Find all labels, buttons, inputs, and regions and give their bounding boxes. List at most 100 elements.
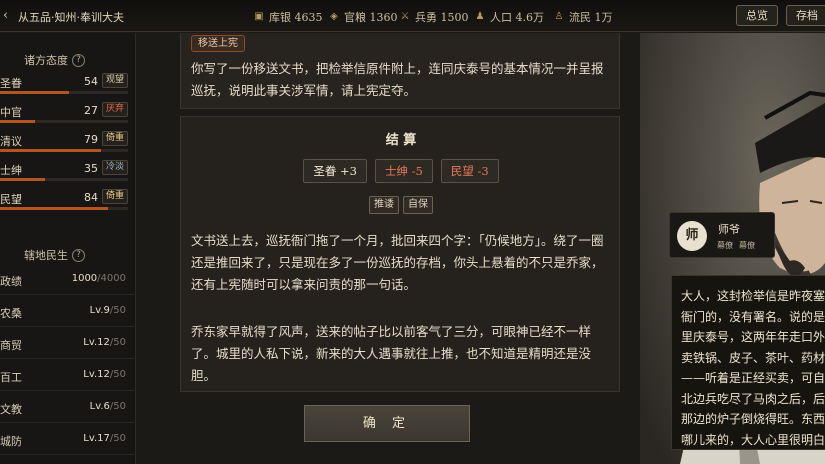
result-paragraph: 文书送上去，巡抚衙门拖了一个月，批回来四个字：「仍候地方」。绕了一圈还是推回来了… [191, 233, 604, 292]
back-arrow-icon[interactable]: ‹ [3, 8, 8, 23]
stat-value: Lv.17/50 [83, 433, 126, 444]
save-button[interactable]: 存档 [786, 5, 825, 26]
faction-attitude-tag: 倚重 [102, 131, 129, 146]
region-section-header: 辖地民生 ? [24, 247, 85, 263]
grain-icon: ◈ [330, 11, 338, 22]
resource-grain: ◈ 官粮 1360 [328, 9, 398, 25]
faction-name: 士绅 [0, 164, 22, 177]
resource-refugees: ♙ 流民 1万 [553, 9, 613, 25]
stat-value: Lv.6/50 [90, 401, 126, 412]
faction-row[interactable]: 清议 79 倚重 [0, 129, 134, 153]
resource-label: 人口 4.6万 [490, 11, 544, 24]
faction-attitude-tag: 观望 [102, 73, 129, 88]
faction-row[interactable]: 民望 84 倚重 [0, 187, 134, 211]
faction-value: 79 [84, 133, 98, 146]
result-paragraph: 乔东家早就得了风声，送来的帖子比以前客气了三分，可眼神已经不一样了。城里的人私下… [191, 324, 592, 383]
faction-bar-fill [0, 207, 108, 210]
region-stat-row[interactable]: 文教 Lv.6/50 [0, 393, 134, 423]
region-stat-row[interactable]: 百工 Lv.12/50 [0, 361, 134, 391]
stat-name: 农桑 [0, 307, 22, 320]
region-stat-row[interactable]: 农桑 Lv.9/50 [0, 297, 134, 327]
faction-name: 中官 [0, 106, 22, 119]
factions-title: 诸方态度 [24, 54, 68, 67]
stat-value: Lv.12/50 [83, 337, 126, 348]
stat-name: 城防 [0, 435, 22, 448]
silver-icon: ▣ [254, 11, 264, 22]
faction-bar [0, 178, 128, 181]
result-heading: 结 算 [385, 133, 417, 148]
faction-bar-fill [0, 120, 35, 123]
advisor-dialog-box: 大人，这封检举信是昨夜塞进衙门的，没有署名。说的是城里庆泰号，这两年年走口外，卖… [671, 275, 825, 450]
speaker-role-tag: 幕僚 [739, 241, 755, 250]
population-icon: ♟ [475, 11, 485, 22]
confirm-button[interactable]: 确 定 [304, 405, 470, 442]
overview-button[interactable]: 总览 [736, 5, 778, 26]
factions-section-header: 诸方态度 ? [24, 52, 85, 68]
resource-label: 兵勇 1500 [415, 11, 469, 24]
effect-chip: 民望 -3 [440, 159, 499, 183]
stat-current: Lv.12 [83, 369, 110, 380]
faction-row[interactable]: 圣眷 54 观望 [0, 71, 134, 95]
refugee-icon: ♙ [554, 11, 564, 22]
faction-bar [0, 149, 128, 152]
resource-label: 流民 1万 [569, 11, 613, 24]
stat-value: Lv.12/50 [83, 369, 126, 380]
stat-max: /4000 [97, 273, 126, 284]
effect-list: 圣眷 +3 士绅 -5 民望 -3 [181, 159, 621, 183]
stat-max: /50 [109, 369, 126, 380]
faction-attitude-tag: 冷淡 [102, 160, 129, 175]
stat-max: /50 [109, 337, 126, 348]
top-bar: ‹ 从五品·知州·奉训大夫 ▣ 库银 4635 ◈ 官粮 1360 ⚔ 兵勇 1… [0, 0, 825, 32]
faction-value: 35 [84, 162, 98, 175]
faction-attitude-tag: 厌弃 [102, 102, 129, 117]
stat-current: Lv.6 [89, 401, 110, 412]
faction-attitude-tag: 倚重 [102, 189, 129, 204]
faction-row[interactable]: 士绅 35 冷淡 [0, 158, 134, 182]
previous-action-text: 你写了一份移送文书，把检举信原件附上，连同庆泰号的基本情况一并呈报巡抚，说明此事… [191, 61, 604, 98]
stat-current: Lv.17 [83, 433, 110, 444]
stat-max: /50 [109, 305, 126, 316]
speaker-nameplate: 师 师爷 幕僚 幕僚 [669, 212, 775, 258]
faction-name: 圣眷 [0, 77, 22, 90]
region-stat-row[interactable]: 商贸 Lv.12/50 [0, 329, 134, 359]
stat-current: Lv.12 [83, 337, 110, 348]
resource-silver: ▣ 库银 4635 [253, 9, 323, 25]
stat-name: 政绩 [0, 275, 22, 288]
soldier-icon: ⚔ [400, 11, 410, 22]
previous-action-card: 移送上宪 你写了一份移送文书，把检举信原件附上，连同庆泰号的基本情况一并呈报巡抚… [180, 33, 620, 109]
left-status-panel: 诸方态度 ? 圣眷 54 观望 中官 27 厌弃 清议 79 倚重 士绅 35 冷淡 民望 84 倚重 辖地… [0, 33, 136, 464]
stat-current: Lv.9 [89, 305, 110, 316]
speaker-seal: 师 [677, 221, 707, 251]
result-card: 结 算 圣眷 +3 士绅 -5 民望 -3 推诿 自保 文书送上去，巡抚衙门拖了… [180, 116, 620, 392]
help-icon[interactable]: ? [72, 53, 85, 67]
faction-bar-fill [0, 91, 70, 94]
trait-tag: 自保 [403, 196, 433, 214]
stat-value: 1000/4000 [72, 273, 126, 284]
faction-bar [0, 91, 128, 94]
action-ribbon: 移送上宪 [191, 35, 245, 52]
trait-tag: 推诿 [369, 196, 399, 214]
region-stat-row[interactable]: 城防 Lv.17/50 [0, 425, 134, 455]
speaker-role-tag: 幕僚 [717, 241, 733, 250]
stat-max: /50 [109, 433, 126, 444]
resource-label: 官粮 1360 [344, 11, 398, 24]
faction-row[interactable]: 中官 27 厌弃 [0, 100, 134, 124]
faction-value: 84 [84, 191, 98, 204]
faction-name: 清议 [0, 135, 22, 148]
stat-name: 文教 [0, 403, 22, 416]
region-stat-row[interactable]: 政绩 1000/4000 [0, 265, 134, 295]
faction-value: 54 [84, 75, 98, 88]
help-icon[interactable]: ? [72, 248, 85, 262]
stat-name: 百工 [0, 371, 22, 384]
stat-name: 商贸 [0, 339, 22, 352]
speaker-name: 师爷 [718, 223, 740, 236]
resource-label: 库银 4635 [269, 11, 323, 24]
faction-bar [0, 120, 128, 123]
faction-name: 民望 [0, 193, 22, 206]
trait-tags: 推诿 自保 [181, 196, 621, 214]
official-rank-title: 从五品·知州·奉训大夫 [18, 11, 124, 24]
effect-chip: 圣眷 +3 [303, 159, 367, 183]
faction-value: 27 [84, 104, 98, 117]
resource-soldiers: ⚔ 兵勇 1500 [399, 9, 469, 25]
effect-chip: 士绅 -5 [374, 159, 433, 183]
